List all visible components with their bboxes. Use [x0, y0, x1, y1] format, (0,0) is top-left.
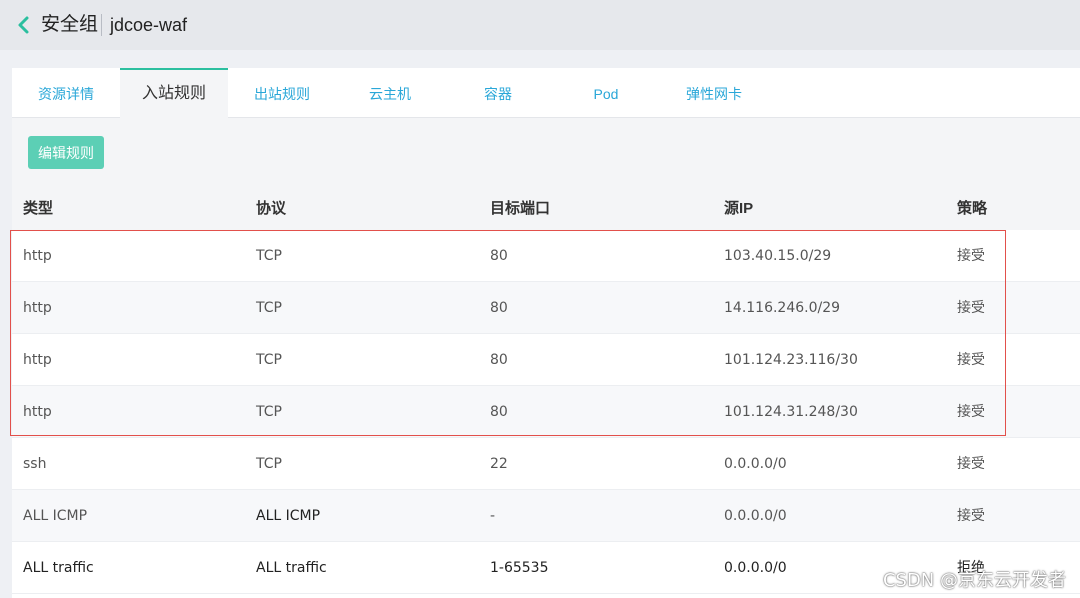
cell-source-ip: 0.0.0.0/0 — [724, 456, 787, 472]
cell-source-ip: 0.0.0.0/0 — [724, 508, 787, 524]
table-row: http TCP 80 14.116.246.0/29 接受 — [12, 282, 1080, 334]
tab-outbound-rules[interactable]: 出站规则 — [228, 68, 336, 118]
cell-source-ip: 0.0.0.0/0 — [724, 560, 787, 576]
tab-pod[interactable]: Pod — [552, 68, 660, 118]
column-header-port: 目标端口 — [490, 200, 551, 217]
cell-source-ip: 101.124.31.248/30 — [724, 404, 858, 420]
cell-source-ip: 101.124.23.116/30 — [724, 352, 858, 368]
column-header-policy: 策略 — [957, 200, 988, 217]
cell-type: ALL ICMP — [23, 508, 88, 524]
column-header-source-ip: 源IP — [724, 200, 754, 217]
chevron-left-icon[interactable] — [14, 15, 34, 35]
tab-bar: 资源详情 入站规则 出站规则 云主机 容器 Pod 弹性网卡 — [12, 68, 1080, 119]
content-panel: 资源详情 入站规则 出站规则 云主机 容器 Pod 弹性网卡 编辑规则 类型 协… — [12, 68, 1080, 598]
cell-policy: 接受 — [957, 352, 985, 368]
page-title: 安全组 — [41, 14, 99, 35]
cell-port: 1-65535 — [490, 560, 549, 576]
toolbar: 编辑规则 — [12, 118, 1080, 187]
table-header: 类型 协议 目标端口 源IP 策略 — [12, 187, 1080, 230]
table-row: http TCP 80 103.40.15.0/29 接受 — [12, 230, 1080, 282]
cell-protocol: TCP — [256, 404, 282, 420]
cell-type: http — [23, 352, 52, 368]
cell-port: - — [490, 508, 496, 524]
table-row: ALL ICMP ALL ICMP - 0.0.0.0/0 接受 — [12, 490, 1080, 542]
cell-source-ip: 103.40.15.0/29 — [724, 248, 832, 264]
cell-protocol: ALL ICMP — [256, 508, 321, 524]
cell-type: ALL traffic — [23, 560, 94, 576]
table-row: ssh TCP 22 0.0.0.0/0 接受 — [12, 438, 1080, 490]
watermark: CSDN @京东云开发者 — [882, 570, 1066, 591]
title-divider — [101, 14, 102, 36]
security-group-name: jdcoe-waf — [110, 15, 188, 35]
tab-elastic-nic[interactable]: 弹性网卡 — [660, 68, 768, 118]
cell-protocol: TCP — [256, 456, 282, 472]
table-row: http TCP 80 101.124.31.248/30 接受 — [12, 386, 1080, 438]
cell-type: http — [23, 404, 52, 420]
cell-policy: 接受 — [957, 456, 985, 472]
cell-type: http — [23, 248, 52, 264]
tab-cloud-hosts[interactable]: 云主机 — [336, 68, 444, 118]
cell-policy: 接受 — [957, 300, 985, 316]
cell-port: 80 — [490, 404, 508, 420]
cell-port: 80 — [490, 352, 508, 368]
tab-containers[interactable]: 容器 — [444, 68, 552, 118]
cell-protocol: ALL traffic — [256, 560, 327, 576]
tab-inbound-rules[interactable]: 入站规则 — [120, 68, 228, 119]
cell-source-ip: 14.116.246.0/29 — [724, 300, 841, 316]
cell-protocol: TCP — [256, 248, 282, 264]
cell-type: ssh — [23, 456, 47, 472]
cell-port: 80 — [490, 248, 508, 264]
top-bar: 安全组 jdcoe-waf — [0, 0, 1080, 50]
cell-port: 80 — [490, 300, 508, 316]
cell-protocol: TCP — [256, 352, 282, 368]
cell-policy: 接受 — [957, 248, 985, 264]
column-header-protocol: 协议 — [256, 200, 287, 217]
column-header-type: 类型 — [23, 200, 54, 217]
cell-policy: 接受 — [957, 508, 985, 524]
tab-resource-details[interactable]: 资源详情 — [12, 68, 120, 118]
cell-policy: 接受 — [957, 404, 985, 420]
cell-port: 22 — [490, 456, 508, 472]
cell-type: http — [23, 300, 52, 316]
cell-protocol: TCP — [256, 300, 282, 316]
edit-rules-button[interactable]: 编辑规则 — [28, 136, 104, 169]
table-row: http TCP 80 101.124.23.116/30 接受 — [12, 334, 1080, 386]
